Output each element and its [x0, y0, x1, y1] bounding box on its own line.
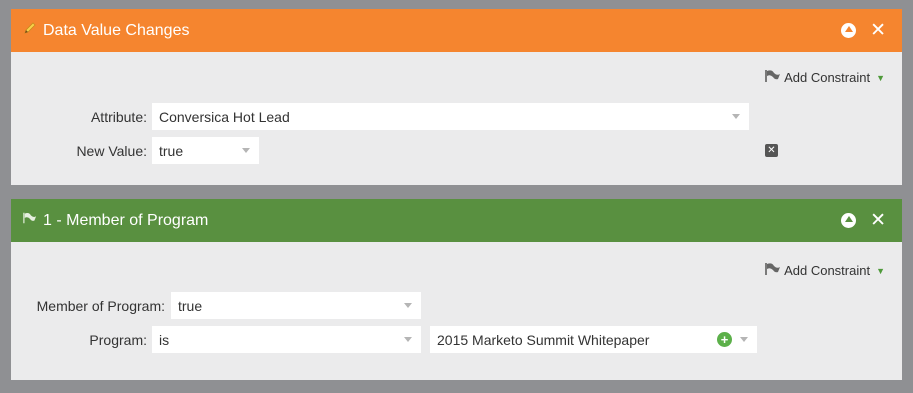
- add-constraint-button[interactable]: Add Constraint ▼: [765, 69, 885, 86]
- program-label: Program:: [89, 331, 147, 348]
- close-icon[interactable]: ✕: [870, 211, 886, 230]
- new-value-label: New Value:: [76, 142, 147, 159]
- move-up-icon[interactable]: [841, 213, 857, 228]
- panel-header[interactable]: 1 - Member of Program ✕: [11, 199, 902, 242]
- pencil-icon: [23, 21, 37, 40]
- chevron-down-icon: [404, 303, 412, 308]
- add-constraint-label: Add Constraint: [784, 263, 871, 278]
- program-value-select[interactable]: 2015 Marketo Summit Whitepaper +: [430, 326, 757, 353]
- program-operator-value: is: [159, 331, 170, 348]
- chevron-down-icon[interactable]: ▼: [876, 73, 885, 83]
- member-of-program-label: Member of Program:: [36, 297, 165, 314]
- member-of-program-value: true: [178, 297, 203, 314]
- attribute-select[interactable]: Conversica Hot Lead: [152, 103, 749, 130]
- attribute-value: Conversica Hot Lead: [159, 108, 290, 125]
- new-value-row: New Value: true: [11, 137, 259, 164]
- flag-icon: [23, 211, 37, 230]
- new-value-select[interactable]: true: [152, 137, 259, 164]
- chevron-down-icon[interactable]: ▼: [876, 266, 885, 276]
- chevron-down-icon: [740, 337, 748, 342]
- flag-icon: [765, 69, 781, 86]
- chevron-down-icon: [732, 114, 740, 119]
- panel-header[interactable]: Data Value Changes ✕: [11, 9, 902, 52]
- program-operator-select[interactable]: is: [152, 326, 421, 353]
- flag-icon: [765, 262, 781, 279]
- close-icon[interactable]: ✕: [870, 21, 886, 40]
- program-row: Program: is 2015 Marketo Summit Whitepap…: [11, 326, 757, 353]
- add-constraint-label: Add Constraint: [784, 70, 871, 85]
- panel-title: 1 - Member of Program: [43, 211, 209, 229]
- move-up-icon[interactable]: [841, 23, 857, 38]
- member-of-program-select[interactable]: true: [171, 292, 421, 319]
- chevron-down-icon: [404, 337, 412, 342]
- add-icon[interactable]: +: [717, 332, 732, 347]
- filter-panel-member-of-program: 1 - Member of Program ✕ Add Constraint ▼…: [11, 199, 902, 380]
- attribute-row: Attribute: Conversica Hot Lead: [11, 103, 749, 130]
- remove-constraint-icon[interactable]: ✕: [765, 144, 778, 157]
- add-constraint-button[interactable]: Add Constraint ▼: [765, 262, 885, 279]
- program-value: 2015 Marketo Summit Whitepaper: [437, 331, 650, 348]
- filter-panel-data-value-changes: Data Value Changes ✕ Add Constraint ▼ At…: [11, 9, 902, 185]
- member-of-program-row: Member of Program: true: [11, 292, 421, 319]
- panel-title: Data Value Changes: [43, 21, 190, 39]
- chevron-down-icon: [242, 148, 250, 153]
- attribute-label: Attribute:: [90, 108, 147, 125]
- new-value-value: true: [159, 142, 184, 159]
